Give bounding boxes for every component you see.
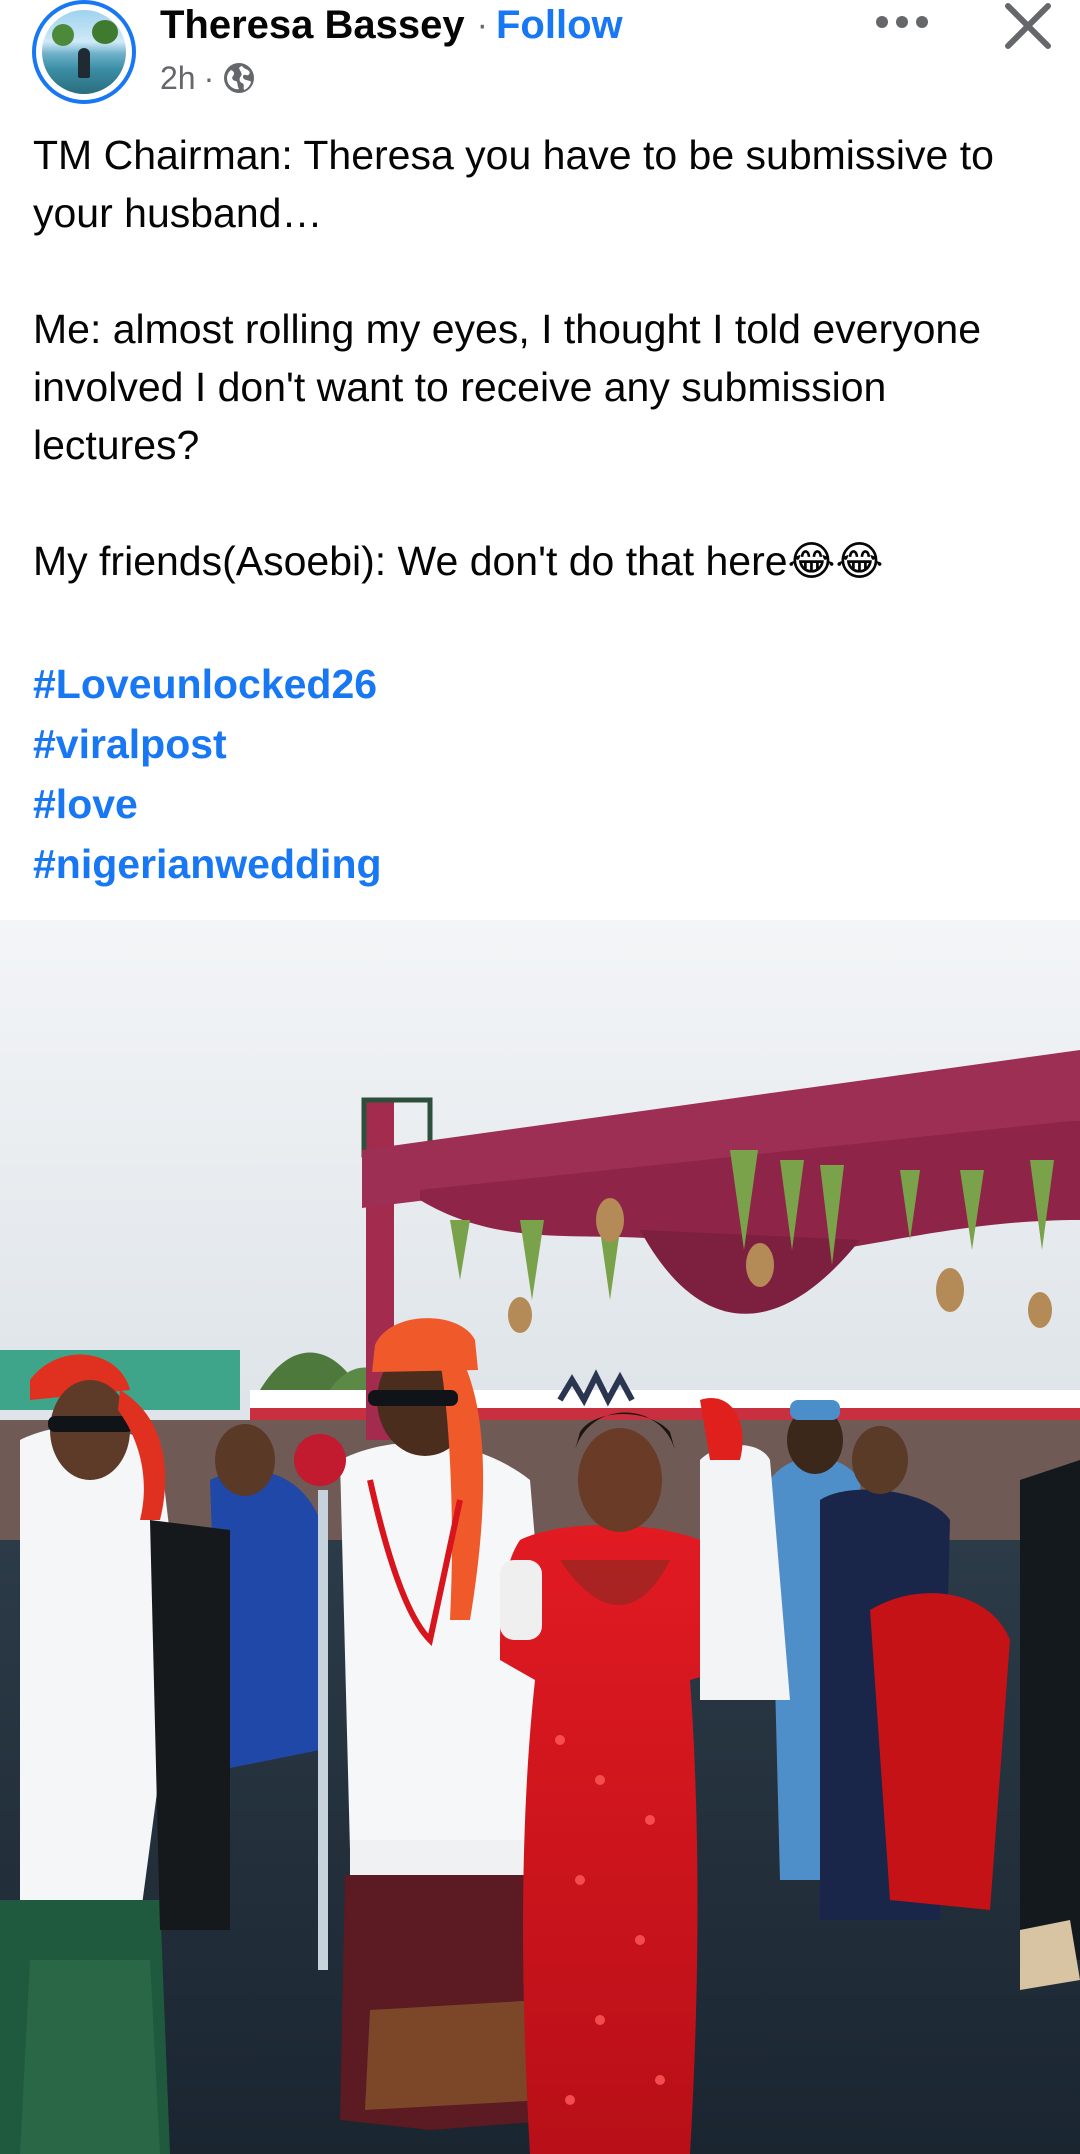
name-separator: · bbox=[476, 5, 488, 44]
post-meta: 2h · bbox=[160, 58, 256, 98]
post-paragraph: My friends(Asoebi): We don't do that her… bbox=[33, 538, 884, 584]
hashtag-link[interactable]: #Loveunlocked26 bbox=[33, 654, 933, 714]
post-paragraph: Me: almost rolling my eyes, I thought I … bbox=[33, 306, 982, 468]
avatar[interactable] bbox=[32, 0, 136, 104]
hashtag-link[interactable]: #love bbox=[33, 774, 933, 834]
more-options-button[interactable] bbox=[872, 4, 932, 40]
follow-button[interactable]: Follow bbox=[496, 3, 623, 48]
globe-icon bbox=[222, 61, 256, 95]
avatar-palm bbox=[52, 24, 74, 46]
close-button[interactable] bbox=[1002, 0, 1054, 52]
avatar-photo bbox=[42, 10, 126, 94]
hashtag-link[interactable]: #viralpost bbox=[33, 714, 933, 774]
hashtag-list: #Loveunlocked26 #viralpost #love #nigeri… bbox=[33, 654, 933, 894]
close-icon bbox=[1005, 3, 1051, 49]
meta-separator: · bbox=[203, 59, 215, 96]
wedding-photo bbox=[0, 920, 1080, 2154]
post-text: TM Chairman: Theresa you have to be subm… bbox=[33, 126, 1053, 590]
post-viewer: Theresa Bassey · Follow 2h · TM Chairman… bbox=[0, 0, 1080, 2154]
avatar-palm bbox=[92, 20, 118, 44]
more-horizontal-icon bbox=[876, 16, 928, 28]
author-name[interactable]: Theresa Bassey bbox=[160, 3, 465, 48]
post-photo[interactable] bbox=[0, 920, 1080, 2154]
post-paragraph: TM Chairman: Theresa you have to be subm… bbox=[33, 132, 994, 236]
post-header: Theresa Bassey · Follow 2h · bbox=[0, 0, 1080, 118]
avatar-person bbox=[78, 48, 90, 78]
post-time[interactable]: 2h bbox=[160, 60, 196, 97]
author-line: Theresa Bassey · Follow bbox=[160, 0, 623, 50]
hashtag-link[interactable]: #nigerianwedding bbox=[33, 834, 933, 894]
